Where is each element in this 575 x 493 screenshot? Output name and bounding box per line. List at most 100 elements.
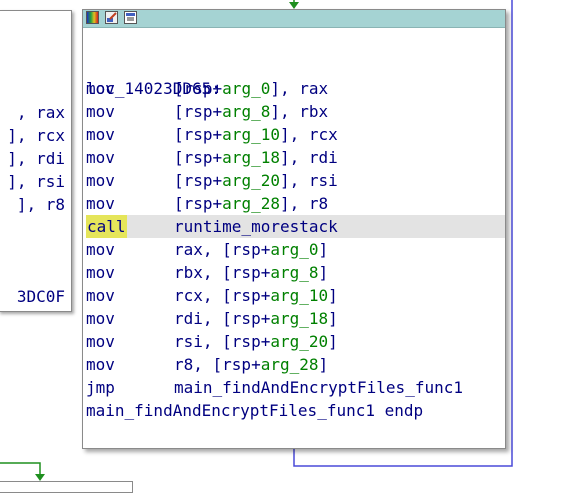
operand-text: ], rbx: [270, 102, 329, 121]
instruction-row[interactable]: mov [rsp+arg_28], r8: [86, 192, 505, 215]
code-fragment: ], rcx: [7, 126, 65, 145]
operand-text: ], rdi: [279, 148, 338, 167]
instruction-row[interactable]: mov [rsp+arg_20], rsi: [86, 169, 505, 192]
operand-text: ]: [328, 309, 338, 328]
graph-overview-icon[interactable]: [124, 11, 137, 24]
operand-text: ]: [318, 263, 329, 282]
operand-text: [rsp+: [174, 148, 223, 167]
instruction-operands: rsi, [rsp+arg_20]: [174, 330, 338, 353]
operand-text: main_findAndEncryptFiles_func1: [174, 378, 463, 397]
operand-text: [rsp+: [174, 194, 223, 213]
instruction-operands: [rsp+arg_18], rdi: [174, 146, 338, 169]
stack-argument[interactable]: arg_20: [222, 171, 280, 190]
instruction-mnemonic: mov: [86, 332, 115, 351]
operand-text: [rsp+: [174, 125, 223, 144]
instruction-operands: [rsp+arg_10], rcx: [174, 123, 338, 146]
instruction-row[interactable]: mov r8, [rsp+arg_28]: [86, 353, 505, 376]
instruction-mnemonic: mov: [86, 102, 115, 121]
instruction-operands: [rsp+arg_20], rsi: [174, 169, 338, 192]
instruction-operands: rbx, [rsp+arg_8]: [174, 261, 328, 284]
instruction-row[interactable]: mov rbx, [rsp+arg_8]: [86, 261, 505, 284]
stack-argument[interactable]: arg_0: [222, 79, 270, 98]
instruction-operands: rcx, [rsp+arg_10]: [174, 284, 338, 307]
operand-text: rbx, [rsp+: [174, 263, 271, 282]
color-palette-icon[interactable]: [86, 11, 99, 24]
code-fragment: ], rsi: [7, 172, 65, 191]
operand-text: ]: [318, 355, 329, 374]
incoming-edge-arrowhead: [289, 2, 299, 9]
disassembly-listing: loc_14023DD65: mov [rsp+arg_0], rax mov [rs…: [86, 54, 505, 422]
operand-text: runtime_morestack: [174, 217, 338, 236]
instruction-operands: rax, [rsp+arg_0]: [174, 238, 328, 261]
instruction-operands: [rsp+arg_0], rax: [174, 77, 328, 100]
stack-argument[interactable]: arg_18: [222, 148, 280, 167]
operand-text: ]: [318, 240, 329, 259]
location-label[interactable]: loc_14023DD65:: [86, 54, 505, 98]
instruction-row[interactable]: mov rsi, [rsp+arg_20]: [86, 330, 505, 353]
instruction-row[interactable]: mov [rsp+arg_18], rdi: [86, 146, 505, 169]
instruction-mnemonic: call: [86, 215, 127, 238]
instruction-row[interactable]: mov [rsp+arg_10], rcx: [86, 123, 505, 146]
instruction-mnemonic: mov: [86, 263, 115, 282]
instruction-operands: [rsp+arg_28], r8: [174, 192, 328, 215]
operand-text: ], rax: [270, 79, 329, 98]
stack-argument[interactable]: arg_18: [270, 309, 328, 328]
stack-argument[interactable]: arg_20: [270, 332, 328, 351]
operand-text: [rsp+: [174, 79, 223, 98]
stack-argument[interactable]: arg_28: [222, 194, 280, 213]
operand-text: ], rcx: [279, 125, 338, 144]
code-fragment: 3DC0F: [16, 287, 65, 306]
instruction-mnemonic: mov: [86, 79, 115, 98]
outgoing-edge-arrowhead: [35, 474, 45, 481]
instruction-row[interactable]: mov rdi, [rsp+arg_18]: [86, 307, 505, 330]
instruction-row[interactable]: mov [rsp+arg_8], rbx: [86, 100, 505, 123]
node-titlebar[interactable]: [83, 10, 505, 28]
instruction-row[interactable]: call runtime_morestack: [86, 215, 505, 238]
instruction-mnemonic: mov: [86, 148, 115, 167]
instruction-mnemonic: mov: [86, 240, 115, 259]
operand-text: ]: [328, 332, 338, 351]
instruction-operands: runtime_morestack: [174, 215, 338, 238]
instruction-row[interactable]: mov rcx, [rsp+arg_10]: [86, 284, 505, 307]
code-fragment: ], r8: [16, 195, 65, 214]
stack-argument[interactable]: arg_0: [270, 240, 318, 259]
lower-graph-node[interactable]: [0, 481, 133, 493]
instruction-mnemonic: mov: [86, 355, 115, 374]
operand-text: rsi, [rsp+: [174, 332, 271, 351]
instruction-mnemonic: mov: [86, 286, 115, 305]
instruction-row[interactable]: mov [rsp+arg_0], rax: [86, 77, 505, 100]
edit-node-icon[interactable]: [105, 11, 118, 24]
operand-text: [rsp+: [174, 102, 223, 121]
code-fragment: , rax: [16, 103, 65, 122]
graph-node[interactable]: loc_14023DD65: mov [rsp+arg_0], rax mov [rs…: [82, 9, 506, 449]
instruction-operands: main_findAndEncryptFiles_func1: [174, 376, 463, 399]
outgoing-edge: [0, 462, 41, 476]
operand-text: r8, [rsp+: [174, 355, 261, 374]
operand-text: ], rsi: [279, 171, 338, 190]
instruction-mnemonic: mov: [86, 194, 115, 213]
instruction-operands: rdi, [rsp+arg_18]: [174, 307, 338, 330]
function-end-row[interactable]: main_findAndEncryptFiles_func1 endp: [86, 399, 505, 422]
stack-argument[interactable]: arg_10: [222, 125, 280, 144]
stack-argument[interactable]: arg_8: [222, 102, 270, 121]
stack-argument[interactable]: arg_28: [261, 355, 319, 374]
instruction-operands: [rsp+arg_8], rbx: [174, 100, 328, 123]
function-end-text: main_findAndEncryptFiles_func1 endp: [86, 401, 424, 420]
instruction-mnemonic: jmp: [86, 378, 115, 397]
operand-text: ], r8: [279, 194, 329, 213]
instruction-operands: r8, [rsp+arg_28]: [174, 353, 328, 376]
instruction-mnemonic: mov: [86, 309, 115, 328]
instruction-mnemonic: mov: [86, 125, 115, 144]
operand-text: rcx, [rsp+: [174, 286, 271, 305]
instruction-mnemonic: mov: [86, 171, 115, 190]
neighbor-graph-node[interactable]: , rax ], rcx ], rdi ], rsi ], r8 3DC0F: [0, 10, 72, 312]
stack-argument[interactable]: arg_10: [270, 286, 328, 305]
instruction-row[interactable]: jmp main_findAndEncryptFiles_func1: [86, 376, 505, 399]
operand-text: [rsp+: [174, 171, 223, 190]
operand-text: ]: [328, 286, 338, 305]
code-fragment: ], rdi: [7, 149, 65, 168]
instruction-row[interactable]: mov rax, [rsp+arg_0]: [86, 238, 505, 261]
operand-text: rdi, [rsp+: [174, 309, 271, 328]
operand-text: rax, [rsp+: [174, 240, 271, 259]
stack-argument[interactable]: arg_8: [270, 263, 318, 282]
